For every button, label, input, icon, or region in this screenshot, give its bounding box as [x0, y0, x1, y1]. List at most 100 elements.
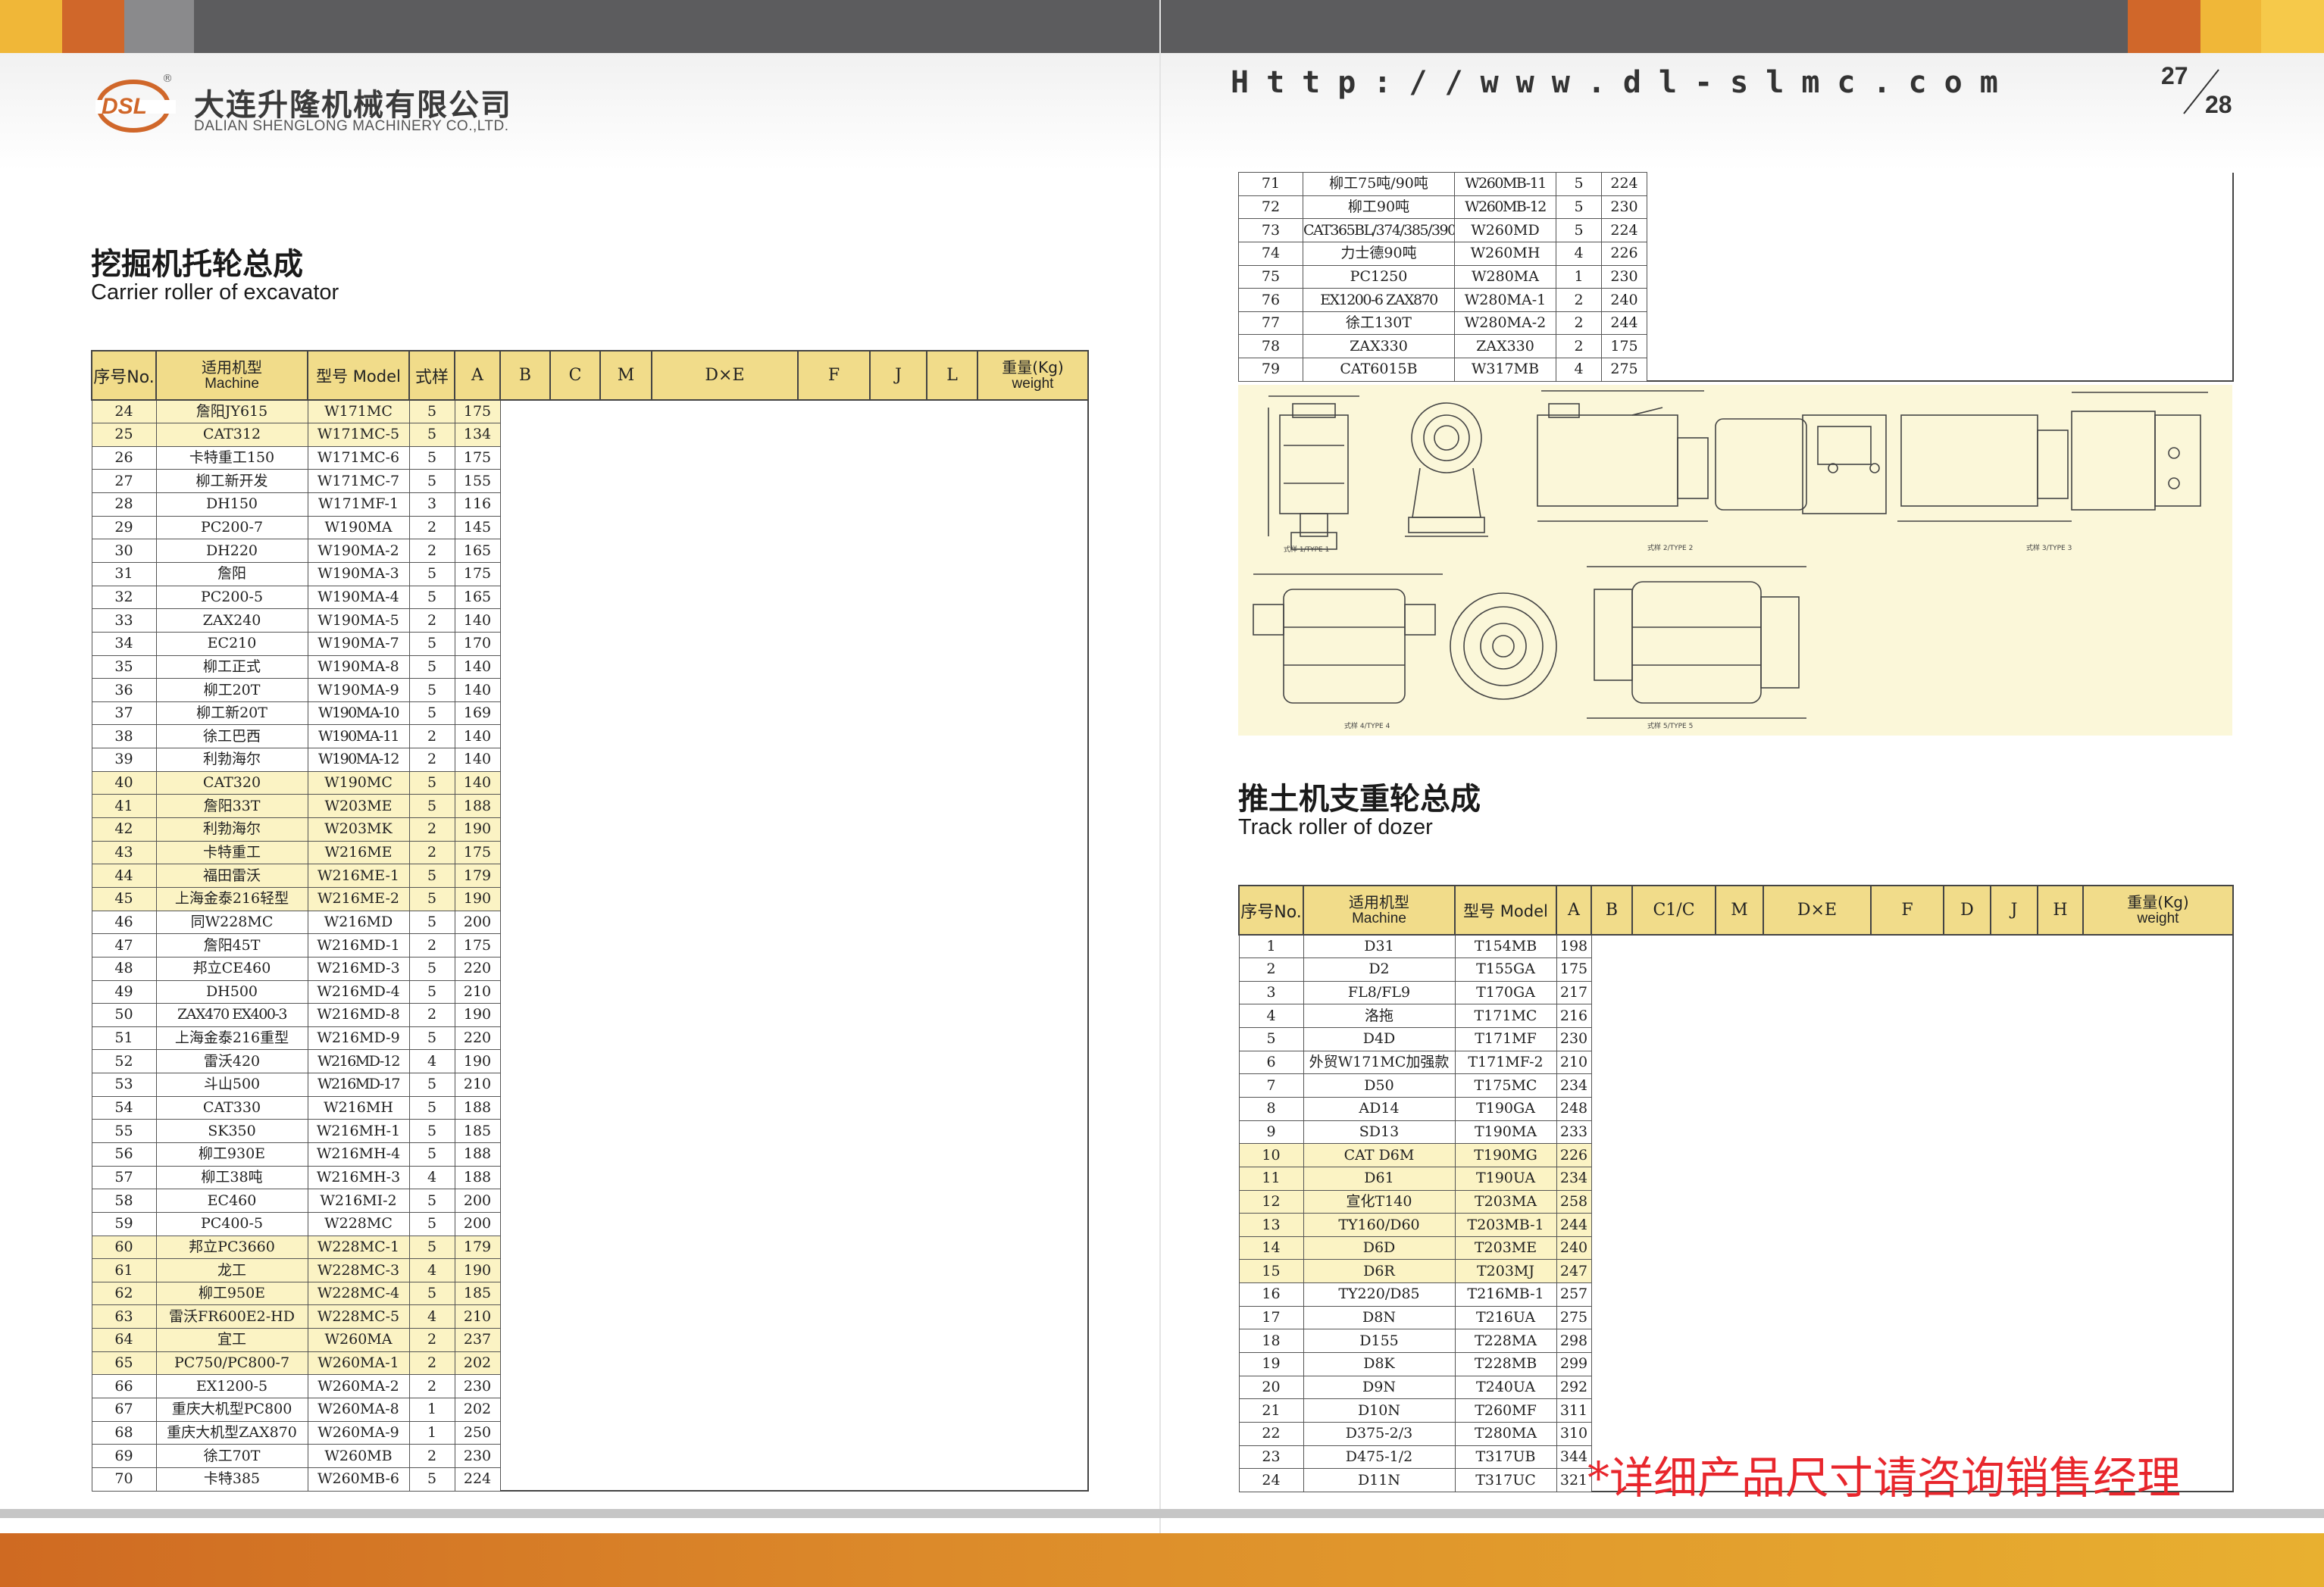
cell-machine: 龙工 — [155, 1258, 308, 1282]
website-url: Http://www.dl-slmc.com — [1231, 65, 2016, 100]
cell-model: T175MC — [1454, 1073, 1557, 1098]
cell-a: 258 — [1556, 1189, 1592, 1214]
cell-no: 15 — [1238, 1259, 1304, 1284]
cell-machine: 雷沃420 — [155, 1049, 308, 1074]
right-col-header-machine-en: Machine — [1352, 910, 1406, 926]
cell-a: 165 — [454, 539, 501, 563]
cell-machine: DH500 — [155, 979, 308, 1004]
cell-model: W190MA-11 — [307, 724, 410, 749]
cell-model: W216ME — [307, 840, 410, 865]
cell-no: 24 — [91, 399, 157, 424]
cell-machine: 柳工新开发 — [155, 469, 308, 494]
cell-model: W216MD-9 — [307, 1026, 410, 1051]
cell-machine: 柳工75吨/90吨 — [1303, 172, 1455, 196]
cell-type: 2 — [408, 1444, 455, 1468]
left-table-body: 24 詹阳JY615 W171MC 5 175 25 CAT312 W171MC-5 5 134 2… — [91, 399, 1089, 1492]
cell-a: 234 — [1556, 1073, 1592, 1098]
cell-model: T240UA — [1454, 1375, 1557, 1400]
cell-model: W190MA-8 — [307, 654, 410, 679]
cell-machine: D31 — [1303, 934, 1456, 959]
cell-machine: D9N — [1303, 1375, 1456, 1400]
cell-no: 71 — [1238, 172, 1303, 196]
cell-a: 140 — [454, 770, 501, 795]
cell-model: W228MC-5 — [307, 1304, 410, 1329]
cell-no: 29 — [91, 515, 157, 540]
cell-model: W260MH — [1454, 241, 1556, 266]
cell-machine: 福田雷沃 — [155, 864, 308, 888]
col-header-m: M — [599, 350, 652, 401]
cell-a: 292 — [1556, 1375, 1592, 1400]
cell-type: 5 — [408, 1189, 455, 1213]
right-col-header-dxe: D×E — [1763, 885, 1872, 936]
cell-model: T228MB — [1454, 1352, 1557, 1376]
cell-machine: 洛拖 — [1303, 1004, 1456, 1029]
cell-machine: 外贸W171MC加强款 — [1303, 1050, 1456, 1075]
cell-a: 230 — [1556, 1027, 1592, 1051]
cell-model: W260MD — [1454, 218, 1556, 242]
cell-a: 175 — [454, 840, 501, 865]
cell-a: 200 — [454, 910, 501, 935]
cell-a: 344 — [1556, 1445, 1592, 1470]
cell-no: 58 — [91, 1189, 157, 1213]
cell-a: 140 — [454, 748, 501, 772]
cell-no: 38 — [91, 724, 157, 749]
cell-machine: D11N — [1303, 1468, 1456, 1492]
cell-type: 5 — [408, 1095, 455, 1120]
right-col-header-weight: 重量(Kg) weight — [2082, 885, 2234, 936]
cell-model: W280MA-1 — [1454, 288, 1556, 312]
cell-model: W190MC — [307, 770, 410, 795]
cell-no: 41 — [91, 794, 157, 819]
contact-sales-note: *详细产品尺寸请咨询销售经理 — [1587, 1452, 2182, 1504]
cell-model: W216MD-8 — [307, 1003, 410, 1027]
cell-machine: 宜工 — [155, 1328, 308, 1352]
cell-machine: D375-2/3 — [1303, 1421, 1456, 1446]
blank-area — [1647, 172, 2234, 383]
cell-type: 5 — [408, 561, 455, 586]
col-header-weight-cn: 重量(Kg) — [1002, 358, 1064, 376]
cell-model: W216MI-2 — [307, 1189, 410, 1213]
cell-no: 70 — [91, 1467, 157, 1492]
cell-machine: 詹阳 — [155, 561, 308, 586]
diagram-caption-4: 式样 4/TYPE 4 — [1344, 721, 1390, 730]
cell-a: 140 — [454, 654, 501, 679]
cell-machine: CAT312 — [155, 423, 308, 447]
cell-no: 13 — [1238, 1213, 1304, 1237]
cell-type: 5 — [408, 631, 455, 656]
cell-type: 5 — [408, 770, 455, 795]
cell-model: W260MA-2 — [307, 1374, 410, 1399]
cell-no: 22 — [1238, 1421, 1304, 1446]
cell-type: 5 — [1556, 195, 1602, 220]
table-row: 1 D31 T154MB 198 — [1238, 934, 2234, 1493]
cell-machine: CAT D6M — [1303, 1143, 1456, 1167]
col-header-machine-en: Machine — [205, 375, 259, 392]
cell-no: 36 — [91, 678, 157, 702]
cell-a: 321 — [1556, 1468, 1592, 1492]
cell-type: 5 — [408, 585, 455, 610]
cell-model: W216MD-3 — [307, 956, 410, 981]
right-data-table: 序号No. 适用机型 Machine 型号 Model A B C1/C M D×… — [1238, 885, 2234, 1493]
cell-no: 48 — [91, 956, 157, 981]
cell-machine: D6D — [1303, 1236, 1456, 1261]
cell-a: 175 — [1556, 958, 1592, 982]
cell-no: 14 — [1238, 1236, 1304, 1261]
cell-no: 52 — [91, 1049, 157, 1074]
cell-no: 31 — [91, 561, 157, 586]
cell-machine: 邦立CE460 — [155, 956, 308, 981]
cell-model: W216MD-17 — [307, 1073, 410, 1097]
right-col-header-h: H — [2037, 885, 2084, 936]
cell-machine: 柳工38吨 — [155, 1165, 308, 1190]
cell-machine: D50 — [1303, 1073, 1456, 1098]
cell-model: W280MA — [1454, 264, 1556, 289]
cell-model: W190MA-10 — [307, 701, 410, 726]
cell-no: 60 — [91, 1235, 157, 1260]
cell-model: T190MA — [1454, 1120, 1557, 1145]
cell-model: T203MB-1 — [1454, 1213, 1557, 1237]
cell-type: 4 — [408, 1304, 455, 1329]
cell-model: W280MA-2 — [1454, 311, 1556, 336]
cell-a: 175 — [454, 399, 501, 424]
cell-model: W190MA-2 — [307, 539, 410, 563]
cell-no: 16 — [1238, 1282, 1304, 1307]
cell-machine: 柳工20T — [155, 678, 308, 702]
cell-no: 7 — [1238, 1073, 1304, 1098]
cell-machine: 詹阳JY615 — [155, 399, 308, 424]
